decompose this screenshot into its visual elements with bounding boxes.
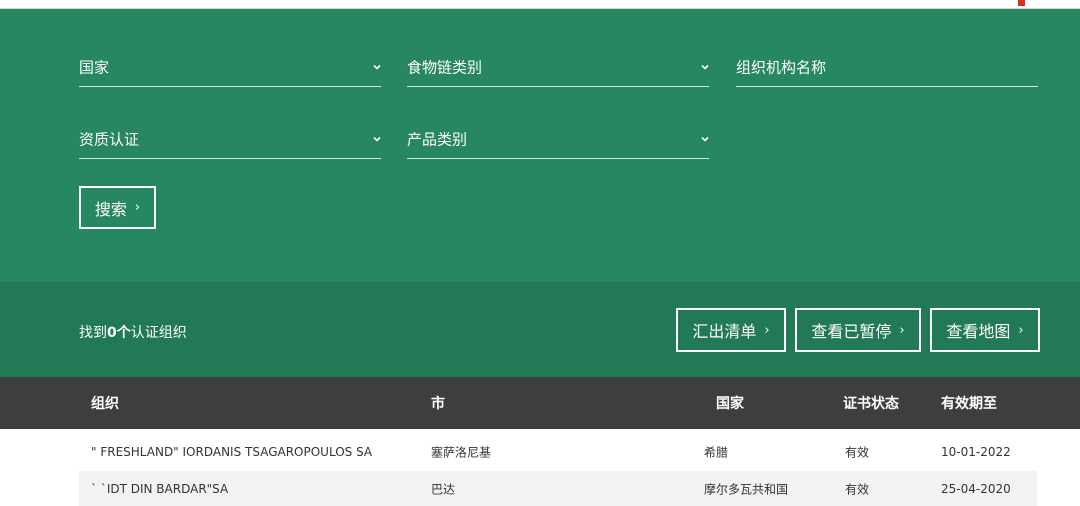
- cell-country: 希腊: [704, 445, 729, 459]
- results-prefix: 找到: [79, 325, 107, 341]
- cell-valid-until: 25-04-2020: [941, 481, 1011, 496]
- results-suffix: 认证组织: [130, 325, 187, 341]
- column-header-valid-until[interactable]: 有效期至: [941, 393, 997, 413]
- chevron-right-icon: ›: [764, 322, 770, 338]
- organization-name-input[interactable]: 组织机构名称: [736, 47, 1038, 87]
- cell-country: 摩尔多瓦共和国: [704, 482, 789, 496]
- cell-status: 有效: [845, 445, 870, 459]
- view-suspended-label: 查看已暂停: [811, 322, 892, 341]
- chevron-right-icon: ›: [1018, 322, 1024, 338]
- export-list-button[interactable]: 汇出清单 ›: [676, 308, 786, 352]
- view-suspended-button[interactable]: 查看已暂停 ›: [795, 308, 921, 352]
- chevron-right-icon: ›: [899, 322, 905, 338]
- cell-status: 有效: [845, 482, 870, 496]
- chevron-down-icon: [373, 135, 381, 143]
- chevron-down-icon: [373, 63, 381, 71]
- cell-city: 巴达: [431, 482, 456, 496]
- product-category-label: 产品类别: [407, 130, 468, 148]
- chevron-right-icon: ›: [134, 200, 141, 215]
- export-list-label: 汇出清单: [692, 322, 757, 341]
- search-button-label: 搜索: [94, 199, 127, 219]
- column-header-country[interactable]: 国家: [716, 393, 744, 413]
- chevron-down-icon: [701, 135, 709, 143]
- country-select-label: 国家: [79, 58, 110, 76]
- results-bar: 找到0个认证组织 汇出清单 › 查看已暂停 › 查看地图 ›: [0, 282, 1080, 377]
- column-header-organization[interactable]: 组织: [91, 393, 119, 413]
- country-select[interactable]: 国家: [79, 47, 381, 87]
- search-button[interactable]: 搜索 ›: [79, 186, 156, 229]
- table-row[interactable]: ` `IDT DIN BARDAR"SA 巴达 摩尔多瓦共和国 有效 25-04…: [79, 471, 1037, 506]
- results-count-text: 找到0个认证组织: [79, 322, 187, 342]
- qualification-select[interactable]: 资质认证: [79, 119, 381, 159]
- cell-valid-until: 10-01-2022: [941, 444, 1011, 459]
- column-header-city[interactable]: 市: [431, 393, 445, 413]
- cell-city: 塞萨洛尼基: [431, 445, 492, 459]
- qualification-select-label: 资质认证: [79, 130, 140, 148]
- chevron-down-icon: [701, 63, 709, 71]
- notification-marker-icon: [1018, 0, 1025, 6]
- cell-organization[interactable]: ` `IDT DIN BARDAR"SA: [91, 482, 228, 496]
- cell-organization[interactable]: " FRESHLAND" IORDANIS TSAGAROPOULOS SA: [91, 445, 372, 459]
- top-strip: [0, 0, 1080, 9]
- food-chain-category-select[interactable]: 食物链类别: [407, 47, 709, 87]
- view-map-button[interactable]: 查看地图 ›: [930, 308, 1040, 352]
- filter-panel: 国家 食物链类别 组织机构名称 资质认证 产品类别 搜索 ›: [0, 9, 1080, 282]
- view-map-label: 查看地图: [946, 322, 1011, 341]
- table-row[interactable]: " FRESHLAND" IORDANIS TSAGAROPOULOS SA 塞…: [79, 434, 1037, 469]
- food-chain-category-label: 食物链类别: [407, 58, 483, 76]
- results-count: 0个: [107, 325, 131, 341]
- column-header-certificate-status[interactable]: 证书状态: [843, 393, 899, 413]
- product-category-select[interactable]: 产品类别: [407, 119, 709, 159]
- organization-name-placeholder: 组织机构名称: [736, 58, 827, 76]
- table-header: 组织 市 国家 证书状态 有效期至: [0, 377, 1080, 429]
